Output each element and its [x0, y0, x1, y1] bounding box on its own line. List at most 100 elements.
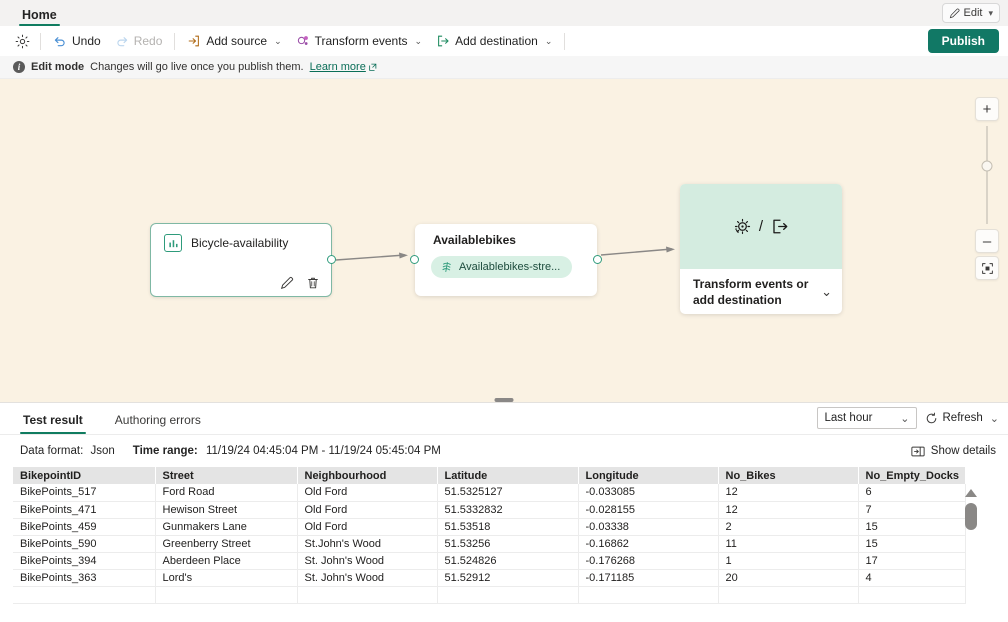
column-header[interactable]: Longitude — [578, 467, 719, 484]
time-range-group: Time range: 11/19/24 04:45:04 PM - 11/19… — [133, 445, 441, 457]
toolbar-divider-3 — [564, 32, 566, 50]
table-cell: 51.5325127 — [437, 484, 579, 502]
settings-button[interactable] — [10, 29, 35, 53]
table-row[interactable]: BikePoints_590 Greenberry Street St.John… — [13, 535, 966, 553]
table-cell — [155, 586, 298, 604]
trash-icon[interactable] — [306, 276, 320, 290]
redo-button[interactable]: Redo — [108, 29, 170, 53]
table-cell: Ford Road — [155, 484, 298, 502]
app-root: Home Edit ▾ Undo Redo Add source ⌄ Trans… — [0, 0, 1008, 622]
chevron-down-icon: ⌄ — [414, 35, 423, 46]
scrollbar-thumb[interactable] — [965, 503, 977, 530]
table-vertical-scrollbar[interactable] — [962, 484, 980, 622]
table-cell: -0.03338 — [578, 518, 719, 536]
source-node-actions — [280, 276, 320, 290]
destination-node-art: / — [680, 184, 842, 269]
pencil-icon — [949, 7, 960, 19]
stream-pill-label: Availablebikes-stre... — [459, 261, 561, 273]
flow-canvas[interactable]: Bicycle-availability Availablebikes Avai… — [0, 79, 1008, 396]
edit-mode-button[interactable]: Edit ▾ — [941, 3, 1000, 23]
table-cell — [578, 586, 719, 604]
publish-button[interactable]: Publish — [927, 29, 999, 53]
table-row[interactable]: BikePoints_363 Lord's St. John's Wood 51… — [13, 569, 966, 587]
zoom-in-button[interactable]: + — [975, 97, 999, 121]
table-cell: BikePoints_590 — [13, 535, 156, 553]
add-source-button[interactable]: Add source ⌄ — [180, 29, 288, 53]
destination-node-footer[interactable]: Transform events or add destination ⌄ — [680, 269, 842, 314]
column-header[interactable]: Neighbourhood — [297, 467, 438, 484]
toolbar-divider-2 — [174, 32, 176, 50]
tab-authoring-errors-label: Authoring errors — [114, 413, 201, 427]
scroll-up-arrow-icon[interactable] — [965, 489, 977, 497]
details-pane-icon — [911, 446, 925, 457]
learn-more-link[interactable]: Learn more — [310, 61, 377, 73]
table-cell: 12 — [718, 501, 859, 519]
results-tabs: Test result Authoring errors Last hour ⌄… — [0, 403, 1008, 435]
stream-input-port[interactable] — [410, 255, 419, 264]
stream-pill[interactable]: Availablebikes-stre... — [431, 256, 573, 278]
table-cell: 20 — [718, 569, 859, 587]
data-format-value: Json — [90, 445, 115, 457]
table-cell: 1 — [718, 552, 859, 570]
source-output-port[interactable] — [327, 255, 336, 264]
table-cell: 4 — [858, 569, 966, 587]
column-header[interactable]: No_Bikes — [718, 467, 859, 484]
refresh-button[interactable]: Refresh ⌄ — [925, 412, 999, 425]
table-cell: 2 — [718, 518, 859, 536]
table-cell: Hewison Street — [155, 501, 298, 519]
node-bicycle-availability[interactable]: Bicycle-availability — [150, 223, 336, 297]
node-availablebikes[interactable]: Availablebikes Availablebikes-stre... — [410, 224, 602, 296]
table-cell: 6 — [858, 484, 966, 502]
add-destination-button[interactable]: Add destination ⌄ — [429, 29, 559, 53]
fit-to-screen-button[interactable] — [975, 256, 999, 280]
undo-button[interactable]: Undo — [46, 29, 108, 53]
table-cell: St. John's Wood — [297, 569, 438, 587]
table-row[interactable] — [13, 586, 966, 604]
table-cell — [437, 586, 579, 604]
time-range-select-value: Last hour — [824, 412, 873, 424]
table-row[interactable]: BikePoints_459 Gunmakers Lane Old Ford 5… — [13, 518, 966, 536]
zoom-slider-thumb[interactable] — [981, 160, 993, 172]
transform-events-button[interactable]: Transform events ⌄ — [289, 29, 429, 53]
column-header[interactable]: Latitude — [437, 467, 579, 484]
table-cell — [13, 586, 156, 604]
tab-test-result[interactable]: Test result — [20, 413, 86, 434]
zoom-out-button[interactable]: – — [975, 229, 999, 253]
table-row[interactable]: BikePoints_394 Aberdeen Place St. John's… — [13, 552, 966, 570]
chevron-down-icon: ⌄ — [900, 412, 910, 425]
show-details-button[interactable]: Show details — [911, 445, 996, 457]
refresh-icon — [925, 412, 938, 425]
time-range-select[interactable]: Last hour ⌄ — [816, 407, 917, 429]
info-icon: i — [13, 61, 25, 73]
toolbar-divider-1 — [40, 32, 41, 50]
stream-output-port[interactable] — [593, 255, 602, 264]
show-details-label: Show details — [930, 445, 996, 457]
results-table: BikepointID Street Neighbourhood Latitud… — [13, 467, 966, 604]
column-header[interactable]: BikepointID — [13, 467, 156, 484]
chevron-down-icon[interactable]: ⌄ — [821, 284, 832, 300]
tab-strip: Home Edit ▾ — [0, 0, 1008, 26]
pencil-icon[interactable] — [280, 276, 294, 290]
table-cell: 11 — [718, 535, 859, 553]
table-row[interactable]: BikePoints_517 Ford Road Old Ford 51.532… — [13, 484, 966, 502]
column-header[interactable]: Street — [155, 467, 298, 484]
add-destination-label: Add destination — [455, 34, 538, 48]
column-header[interactable]: No_Empty_Docks — [858, 467, 966, 484]
zoom-slider-track[interactable] — [981, 126, 993, 224]
table-cell: BikePoints_459 — [13, 518, 156, 536]
tab-home[interactable]: Home — [16, 5, 63, 26]
splitter-grip[interactable] — [494, 398, 514, 402]
data-format-label: Data format: — [20, 445, 84, 457]
edit-mode-title: Edit mode — [31, 61, 85, 73]
chevron-down-icon[interactable]: ⌄ — [990, 412, 999, 425]
undo-label: Undo — [72, 34, 101, 48]
results-table-body: BikePoints_517 Ford Road Old Ford 51.532… — [13, 484, 966, 604]
results-table-head: BikepointID Street Neighbourhood Latitud… — [13, 467, 966, 484]
table-row[interactable]: BikePoints_471 Hewison Street Old Ford 5… — [13, 501, 966, 519]
zoom-controls: + – — [975, 97, 999, 280]
node-transform-or-destination[interactable]: / Transform events or add destination ⌄ — [680, 184, 842, 314]
add-destination-icon — [436, 34, 450, 48]
tab-authoring-errors[interactable]: Authoring errors — [112, 413, 204, 434]
table-cell: St. John's Wood — [297, 552, 438, 570]
panel-splitter[interactable] — [0, 396, 1008, 403]
